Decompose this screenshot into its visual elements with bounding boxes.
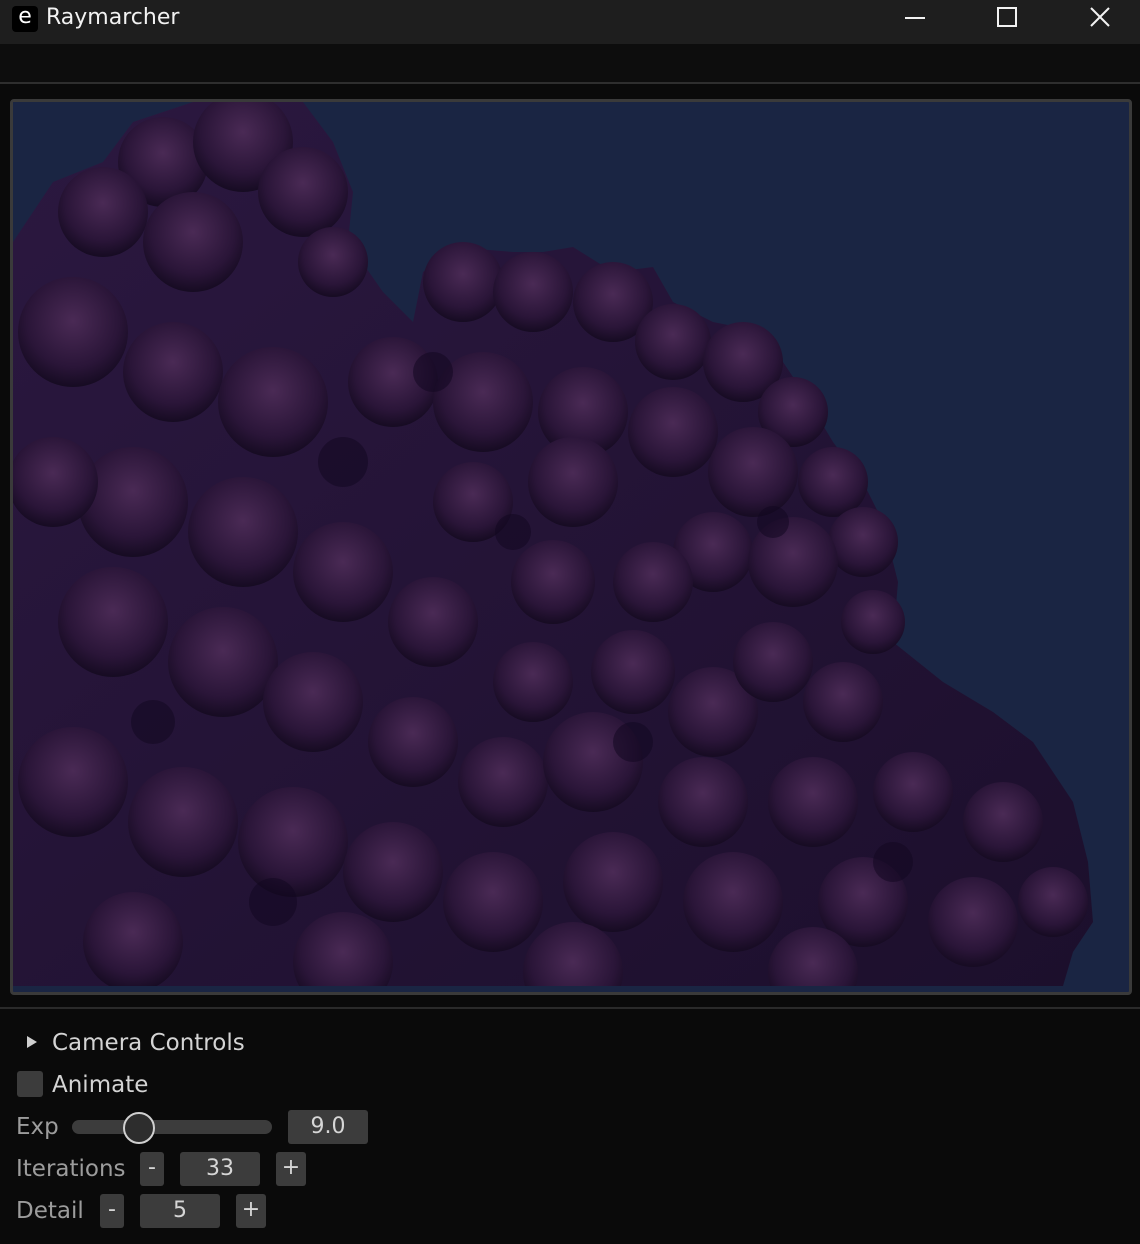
- maximize-icon: [997, 7, 1017, 27]
- panel-divider: [0, 1007, 1140, 1009]
- animate-checkbox[interactable]: [17, 1071, 43, 1097]
- close-icon: [1090, 7, 1110, 27]
- detail-increment-button[interactable]: +: [236, 1194, 266, 1228]
- title-bar: e Raymarcher: [0, 0, 1140, 44]
- camera-controls-header[interactable]: Camera Controls: [0, 1026, 1140, 1060]
- iterations-decrement-button[interactable]: -: [140, 1152, 164, 1186]
- iterations-value[interactable]: 33: [180, 1152, 260, 1186]
- window-title: Raymarcher: [46, 5, 180, 30]
- exp-slider-thumb[interactable]: [123, 1112, 155, 1144]
- detail-row: Detail - 5 +: [0, 1194, 1140, 1228]
- maximize-button[interactable]: [983, 0, 1029, 36]
- minimize-icon: [905, 17, 925, 19]
- minimize-button[interactable]: [891, 0, 937, 36]
- animate-label[interactable]: Animate: [52, 1070, 148, 1100]
- exp-value[interactable]: 9.0: [288, 1110, 368, 1144]
- exp-slider[interactable]: [72, 1112, 272, 1144]
- exp-label: Exp: [16, 1114, 59, 1140]
- collapse-arrow-icon: [27, 1036, 37, 1048]
- animate-row: Animate: [0, 1068, 1140, 1102]
- camera-controls-label: Camera Controls: [52, 1030, 245, 1056]
- close-button[interactable]: [1076, 0, 1122, 36]
- detail-decrement-button[interactable]: -: [100, 1194, 124, 1228]
- iterations-label: Iterations: [16, 1156, 126, 1182]
- detail-label: Detail: [16, 1198, 84, 1224]
- iterations-row: Iterations - 33 +: [0, 1152, 1140, 1186]
- exp-row: Exp 9.0: [0, 1110, 1140, 1144]
- detail-value[interactable]: 5: [140, 1194, 220, 1228]
- iterations-increment-button[interactable]: +: [276, 1152, 306, 1186]
- render-viewport[interactable]: [10, 99, 1132, 995]
- app-icon: e: [12, 6, 38, 32]
- menu-bar: [0, 44, 1140, 84]
- fractal-render: [13, 102, 1123, 986]
